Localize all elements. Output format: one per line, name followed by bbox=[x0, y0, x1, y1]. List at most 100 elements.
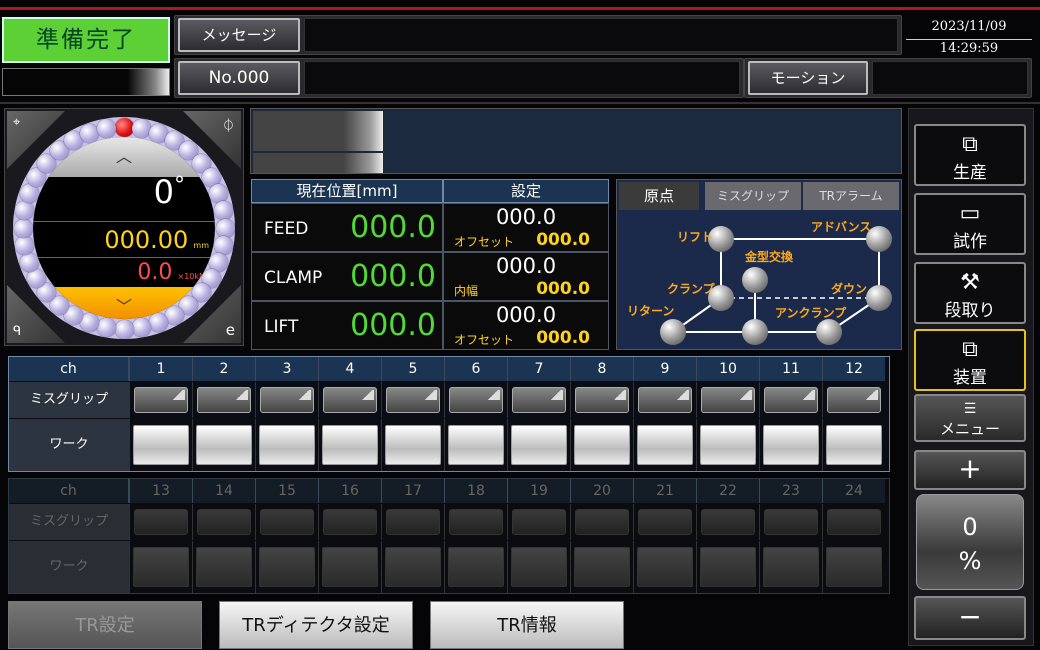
work-indicator[interactable] bbox=[511, 547, 567, 587]
misgrip-indicator[interactable] bbox=[197, 509, 251, 535]
work-indicator[interactable] bbox=[322, 425, 378, 465]
work-indicator[interactable] bbox=[448, 547, 504, 587]
work-indicator[interactable] bbox=[763, 425, 819, 465]
dial-down-button[interactable]: ﹀ bbox=[33, 287, 215, 319]
percent-unit: % bbox=[958, 547, 982, 575]
number-button[interactable]: No.000 bbox=[178, 61, 300, 95]
work-indicator[interactable] bbox=[196, 547, 252, 587]
motion-panel: 原点 ミスグリップ TRアラーム リフト アドバンス 金型交換 クランプ ダウン… bbox=[616, 179, 902, 350]
production-button[interactable]: ⧉ 生産 bbox=[914, 124, 1026, 186]
tab-origin[interactable]: 原点 bbox=[619, 182, 699, 210]
sub-label: オフセット bbox=[454, 333, 515, 347]
work-indicator[interactable] bbox=[826, 425, 882, 465]
setting-cell[interactable]: 000.0 内幅 000.0 bbox=[443, 252, 609, 301]
channel-number: 11 bbox=[759, 357, 822, 381]
tr-detector-setting-button[interactable]: TRディテクタ設定 bbox=[219, 601, 413, 649]
gauge-bar-2 bbox=[253, 153, 383, 173]
axis-set-value: 000.0 bbox=[495, 205, 557, 229]
crosshair-icon: ⌖ bbox=[13, 115, 21, 130]
misgrip-row-label: ミスグリップ bbox=[9, 382, 129, 418]
work-indicator[interactable] bbox=[637, 425, 693, 465]
misgrip-indicator[interactable] bbox=[134, 387, 188, 413]
work-indicator[interactable] bbox=[574, 547, 630, 587]
misgrip-cell bbox=[318, 382, 381, 418]
work-indicator[interactable] bbox=[826, 547, 882, 587]
misgrip-indicator[interactable] bbox=[701, 387, 755, 413]
misgrip-indicator[interactable] bbox=[260, 387, 314, 413]
channel-number: 6 bbox=[444, 357, 507, 381]
misgrip-indicator[interactable] bbox=[449, 387, 503, 413]
work-indicator[interactable] bbox=[196, 425, 252, 465]
misgrip-indicator[interactable] bbox=[764, 509, 818, 535]
motion-button[interactable]: モーション bbox=[748, 61, 868, 95]
menu-button[interactable]: ☰ メニュー bbox=[914, 394, 1026, 442]
tr-info-button[interactable]: TR情報 bbox=[430, 601, 624, 649]
misgrip-indicator[interactable] bbox=[449, 509, 503, 535]
channel-number: 13 bbox=[129, 479, 192, 503]
misgrip-indicator[interactable] bbox=[260, 509, 314, 535]
channel-number: 16 bbox=[318, 479, 381, 503]
setting-cell[interactable]: 000.0 オフセット 000.0 bbox=[443, 203, 609, 252]
tab-misgrip[interactable]: ミスグリップ bbox=[705, 182, 801, 210]
work-cell bbox=[507, 419, 570, 471]
work-indicator[interactable] bbox=[511, 425, 567, 465]
misgrip-cell bbox=[444, 382, 507, 418]
misgrip-indicator[interactable] bbox=[638, 387, 692, 413]
work-indicator[interactable] bbox=[574, 425, 630, 465]
plus-button[interactable]: + bbox=[914, 450, 1026, 490]
misgrip-indicator[interactable] bbox=[575, 387, 629, 413]
misgrip-indicator[interactable] bbox=[575, 509, 629, 535]
work-indicator[interactable] bbox=[385, 425, 441, 465]
misgrip-cell bbox=[759, 382, 822, 418]
trial-label: 試作 bbox=[953, 232, 987, 252]
misgrip-indicator[interactable] bbox=[512, 387, 566, 413]
down-label: ダウン bbox=[831, 282, 868, 296]
dial-up-button[interactable]: ︿ bbox=[33, 137, 215, 177]
work-cell bbox=[633, 541, 696, 593]
current-position-header: 現在位置[mm] bbox=[251, 179, 443, 203]
work-indicator[interactable] bbox=[259, 425, 315, 465]
misgrip-indicator[interactable] bbox=[764, 387, 818, 413]
work-indicator[interactable] bbox=[700, 425, 756, 465]
work-indicator[interactable] bbox=[322, 547, 378, 587]
down-node bbox=[866, 285, 892, 311]
setting-cell[interactable]: 000.0 オフセット 000.0 bbox=[443, 301, 609, 350]
work-indicator[interactable] bbox=[385, 547, 441, 587]
tab-tr-alarm[interactable]: TRアラーム bbox=[803, 182, 899, 210]
misgrip-indicator[interactable] bbox=[323, 387, 377, 413]
misgrip-indicator[interactable] bbox=[386, 509, 440, 535]
misgrip-indicator[interactable] bbox=[701, 509, 755, 535]
trial-button[interactable]: ▭ 試作 bbox=[914, 193, 1026, 255]
setup-button[interactable]: ⚒ 段取り bbox=[914, 262, 1026, 324]
work-indicator[interactable] bbox=[133, 425, 189, 465]
misgrip-indicator[interactable] bbox=[386, 387, 440, 413]
motion-field bbox=[872, 61, 1028, 95]
misgrip-indicator[interactable] bbox=[197, 387, 251, 413]
channel-number: 24 bbox=[822, 479, 885, 503]
work-indicator[interactable] bbox=[259, 547, 315, 587]
misgrip-indicator[interactable] bbox=[638, 509, 692, 535]
work-indicator[interactable] bbox=[448, 425, 504, 465]
misgrip-indicator[interactable] bbox=[323, 509, 377, 535]
return-label: リターン bbox=[627, 304, 675, 318]
angle-unit: ° bbox=[174, 173, 185, 198]
misgrip-indicator[interactable] bbox=[512, 509, 566, 535]
work-cell bbox=[318, 419, 381, 471]
misgrip-cell bbox=[381, 382, 444, 418]
dial-position-unit: mm bbox=[193, 241, 209, 250]
device-button[interactable]: ⧉ 装置 bbox=[914, 329, 1026, 391]
ch-header: ch bbox=[9, 479, 129, 503]
work-indicator[interactable] bbox=[637, 547, 693, 587]
work-indicator[interactable] bbox=[700, 547, 756, 587]
misgrip-indicator[interactable] bbox=[134, 509, 188, 535]
tr-setting-button[interactable]: TR設定 bbox=[8, 601, 202, 649]
minus-button[interactable]: − bbox=[914, 596, 1026, 640]
advance-label: アドバンス bbox=[811, 220, 872, 234]
message-button[interactable]: メッセージ bbox=[178, 18, 300, 52]
work-indicator[interactable] bbox=[133, 547, 189, 587]
axis-current-value: 000.0 bbox=[350, 210, 436, 245]
work-indicator[interactable] bbox=[763, 547, 819, 587]
misgrip-indicator[interactable] bbox=[827, 387, 881, 413]
production-icon: ⧉ bbox=[962, 132, 978, 157]
misgrip-indicator[interactable] bbox=[827, 509, 881, 535]
